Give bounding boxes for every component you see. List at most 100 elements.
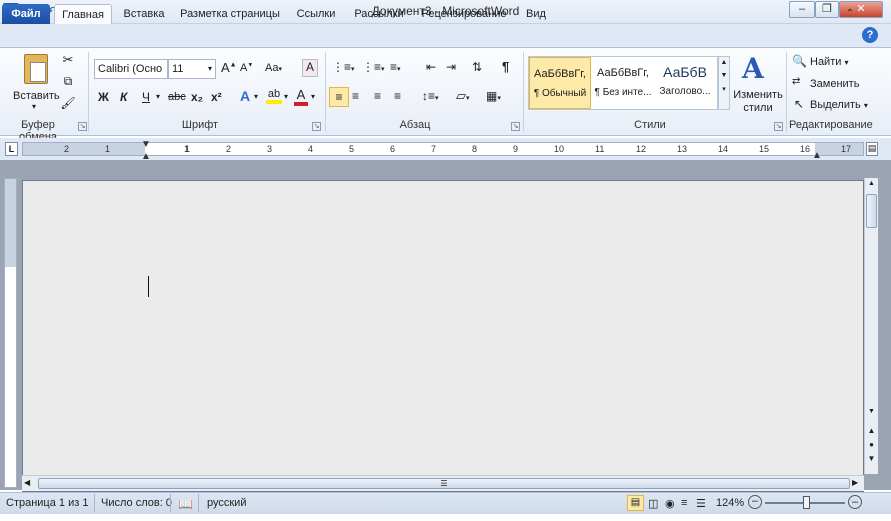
subscript-button[interactable]: x₂: [191, 90, 203, 104]
document-page[interactable]: [22, 180, 864, 492]
scroll-up-icon[interactable]: ▲: [866, 180, 877, 190]
outline-icon[interactable]: ≡: [681, 497, 687, 509]
find-button[interactable]: Найти ▾: [810, 56, 848, 68]
word-count-status[interactable]: Число слов: 0: [101, 497, 172, 509]
change-styles-icon[interactable]: A: [742, 52, 764, 85]
scroll-down-icon[interactable]: ▼: [866, 408, 877, 418]
shading-icon[interactable]: ▱▾: [456, 88, 470, 104]
select-icon[interactable]: ↖: [794, 97, 804, 111]
tab-insert[interactable]: Вставка: [118, 4, 170, 24]
zoom-slider-thumb[interactable]: [803, 496, 810, 509]
tab-view[interactable]: Вид: [520, 4, 552, 24]
more-styles-icon[interactable]: ▾: [719, 85, 729, 93]
scroll-thumb[interactable]: ☰: [38, 478, 850, 489]
align-left-button[interactable]: ≡: [329, 87, 349, 107]
replace-icon[interactable]: ⇄: [792, 76, 800, 87]
horizontal-scrollbar[interactable]: ◀ ☰ ▶: [22, 475, 864, 491]
paste-button[interactable]: Вставить: [13, 90, 60, 102]
font-family-select[interactable]: Calibri (Осно: [94, 59, 168, 79]
scroll-right-icon[interactable]: ▶: [852, 478, 858, 487]
align-right-icon[interactable]: ≡: [374, 89, 381, 103]
style-normal[interactable]: АаБбВвГг, ¶ Обычный: [529, 57, 591, 109]
bold-button[interactable]: Ж: [98, 90, 109, 104]
shrink-font-icon[interactable]: A▼: [240, 62, 253, 74]
web-layout-icon[interactable]: ◉: [665, 497, 675, 510]
view-ruler-icon[interactable]: ▤: [866, 142, 878, 156]
zoom-level[interactable]: 124%: [716, 497, 744, 509]
bullets-icon[interactable]: ⋮≡▾: [332, 60, 355, 74]
paste-dropdown-icon[interactable]: ▾: [32, 102, 36, 111]
numbering-icon[interactable]: ⋮≡▾: [362, 60, 385, 74]
strikethrough-button[interactable]: abc: [168, 91, 186, 103]
tab-home[interactable]: Главная: [54, 4, 112, 24]
justify-icon[interactable]: ≡: [394, 89, 401, 103]
previous-page-icon[interactable]: ▲: [866, 426, 877, 438]
styles-launcher-icon[interactable]: ↘: [774, 122, 783, 131]
style-heading-1[interactable]: АаБбВ Заголово...: [655, 57, 715, 109]
clipboard-launcher-icon[interactable]: ↘: [78, 122, 87, 131]
tab-page-layout[interactable]: Разметка страницы: [180, 4, 280, 24]
clear-formatting-icon[interactable]: A: [302, 59, 318, 77]
scroll-up-icon[interactable]: ▲: [719, 59, 729, 66]
grow-font-icon[interactable]: A▲: [221, 60, 237, 75]
align-center-icon[interactable]: ≡: [352, 89, 359, 103]
select-button[interactable]: Выделить ▾: [810, 99, 868, 111]
sort-icon[interactable]: ⇅: [472, 60, 482, 74]
font-color-icon[interactable]: A: [294, 87, 308, 106]
scroll-left-icon[interactable]: ◀: [24, 478, 30, 487]
multilevel-list-icon[interactable]: ≡▾: [390, 60, 401, 74]
copy-icon[interactable]: ⧉: [60, 74, 76, 89]
font-size-select[interactable]: 11 ▾: [168, 59, 216, 79]
tab-references[interactable]: Ссылки: [290, 4, 342, 24]
select-browse-object-icon[interactable]: ●: [866, 440, 877, 452]
minimize-ribbon-icon[interactable]: ⌃: [843, 4, 857, 24]
help-icon[interactable]: ?: [862, 27, 878, 43]
font-launcher-icon[interactable]: ↘: [312, 122, 321, 131]
scroll-thumb[interactable]: [866, 194, 877, 228]
text-effects-dropdown-icon[interactable]: ▾: [254, 92, 258, 101]
minimize-button[interactable]: –: [789, 1, 815, 18]
language-status[interactable]: русский: [207, 497, 246, 509]
superscript-button[interactable]: x²: [211, 90, 222, 104]
tab-review[interactable]: Рецензирование: [418, 4, 510, 24]
next-page-icon[interactable]: ▼: [866, 454, 877, 466]
group-label-paragraph: Абзац: [399, 119, 431, 131]
first-line-indent-marker[interactable]: ▼: [141, 139, 151, 150]
format-painter-icon[interactable]: 🖌: [60, 96, 76, 110]
text-effects-icon[interactable]: A: [240, 88, 250, 104]
tab-mailings[interactable]: Рассылки: [350, 4, 408, 24]
italic-button[interactable]: К: [120, 90, 127, 104]
font-color-dropdown-icon[interactable]: ▾: [311, 92, 315, 101]
paste-icon[interactable]: [24, 54, 48, 84]
print-layout-icon[interactable]: ▤: [627, 495, 644, 511]
scroll-down-icon[interactable]: ▼: [719, 72, 729, 79]
cut-icon[interactable]: ✂: [60, 52, 76, 68]
zoom-in-icon[interactable]: –: [848, 495, 862, 509]
find-icon[interactable]: 🔍: [792, 54, 807, 68]
styles-scroll[interactable]: ▲ ▼ ▾: [718, 56, 730, 110]
paragraph-launcher-icon[interactable]: ↘: [511, 122, 520, 131]
show-marks-icon[interactable]: ¶: [502, 59, 509, 74]
draft-icon[interactable]: ☰: [696, 497, 706, 510]
vertical-ruler[interactable]: [4, 178, 17, 488]
increase-indent-icon[interactable]: ⇥: [446, 60, 456, 74]
highlight-icon[interactable]: ab: [266, 88, 282, 104]
underline-dropdown-icon[interactable]: ▾: [156, 92, 160, 101]
restore-button[interactable]: ❐: [815, 1, 839, 18]
tab-selector[interactable]: L: [5, 142, 18, 156]
tab-file[interactable]: Файл: [2, 4, 50, 24]
decrease-indent-icon[interactable]: ⇤: [426, 60, 436, 74]
line-spacing-icon[interactable]: ↕≡▾: [422, 89, 439, 103]
highlight-dropdown-icon[interactable]: ▾: [284, 92, 288, 101]
zoom-out-icon[interactable]: –: [748, 495, 762, 509]
change-case-icon[interactable]: Aa▾: [265, 62, 282, 74]
full-screen-reading-icon[interactable]: ◫: [648, 497, 658, 510]
vertical-scrollbar[interactable]: ▲ ▼ ▲ ● ▼: [864, 178, 878, 474]
borders-icon[interactable]: ▦▾: [486, 89, 501, 103]
page-number-status[interactable]: Страница 1 из 1: [6, 497, 88, 509]
replace-button[interactable]: Заменить: [810, 78, 859, 90]
spelling-check-icon[interactable]: 📖: [178, 497, 193, 511]
style-no-spacing[interactable]: АаБбВвГг, ¶ Без инте...: [593, 57, 653, 109]
change-styles-button[interactable]: Изменить стили: [733, 89, 783, 115]
underline-button[interactable]: Ч: [142, 90, 150, 104]
